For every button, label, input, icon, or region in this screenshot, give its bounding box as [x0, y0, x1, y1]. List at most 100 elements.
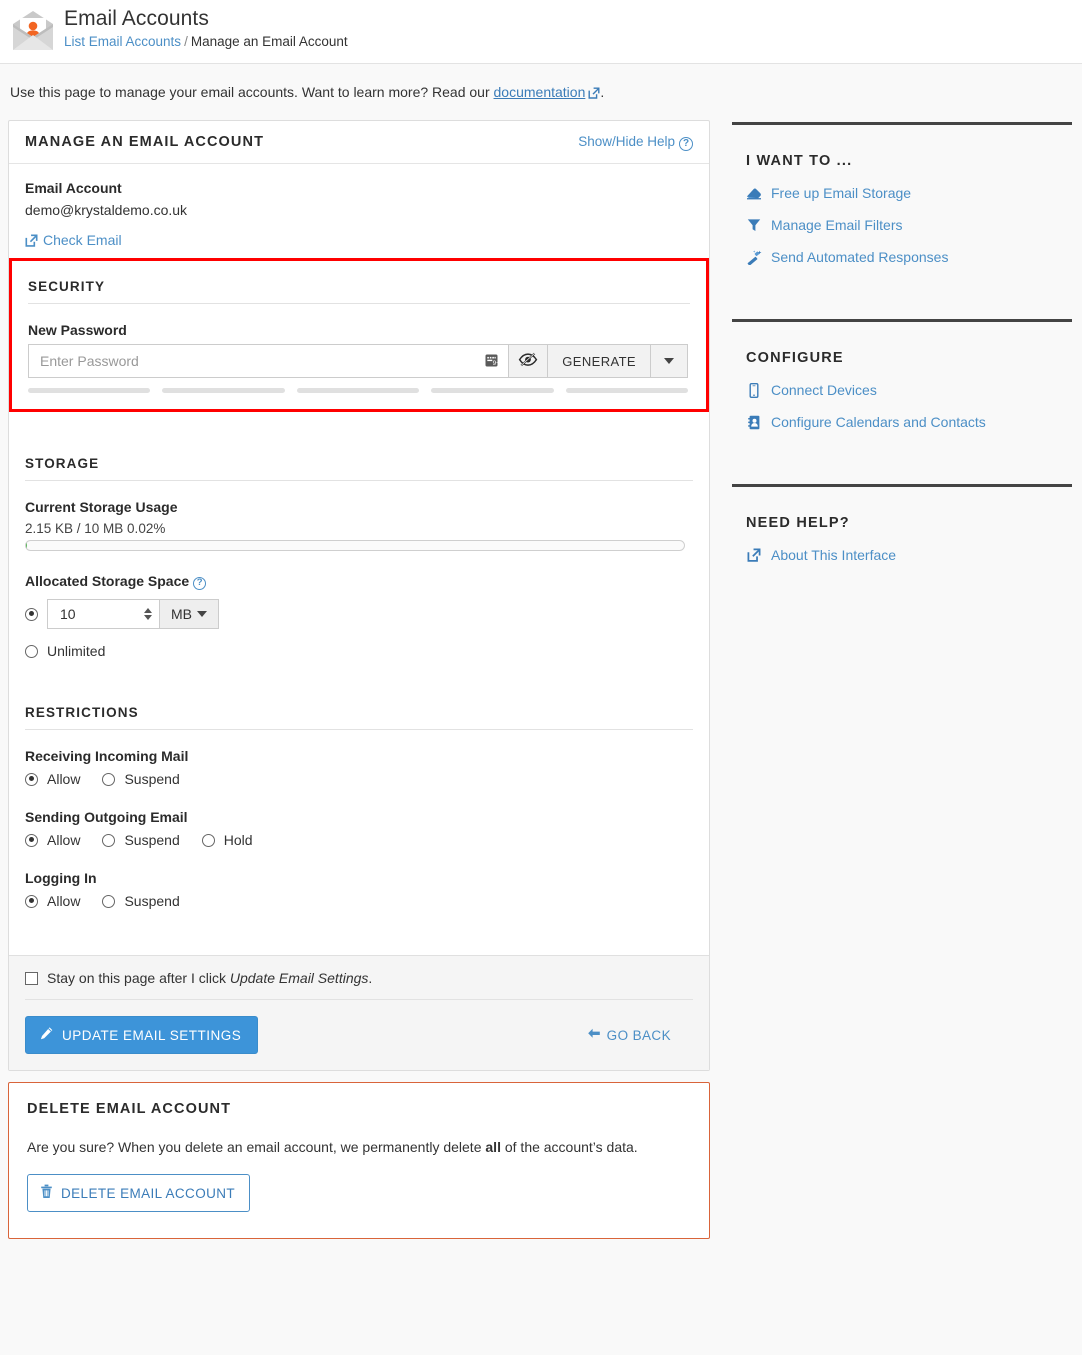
email-account-value: demo@krystaldemo.co.uk	[25, 202, 188, 218]
sidebar-item-about-this-interface[interactable]: About This Interface	[746, 547, 1072, 563]
check-email-label: Check Email	[43, 232, 122, 248]
radio-sending-allow[interactable]	[25, 833, 38, 847]
svg-text:9+: 9+	[493, 360, 501, 367]
storage-section: Storage Current Storage Usage 2.15 KB / …	[25, 456, 693, 659]
show-hide-help-label: Show/Hide Help	[578, 134, 675, 149]
sidebar-item-label: Send Automated Responses	[771, 249, 949, 265]
delete-panel-body: Are you sure? When you delete an email a…	[27, 1139, 691, 1155]
radio-receiving-suspend[interactable]	[102, 772, 116, 786]
delete-body-after: of the account’s data.	[500, 1139, 638, 1155]
storage-section-title: Storage	[25, 456, 693, 481]
restriction-options: Allow Suspend	[25, 771, 693, 787]
unlimited-quota-row: Unlimited	[25, 643, 693, 659]
arrow-left-icon	[587, 1027, 601, 1043]
security-section-highlight: Security New Password	[9, 258, 709, 412]
restrictions-section-title: Restrictions	[25, 705, 693, 730]
restriction-options: Allow Suspend Hold	[25, 832, 693, 848]
restriction-group-label: Receiving Incoming Mail	[25, 748, 189, 764]
allocated-quota-row: MB	[25, 599, 693, 629]
restriction-option-suspend[interactable]: Suspend	[102, 893, 180, 909]
go-back-link[interactable]: Go Back	[587, 1027, 671, 1043]
radio-login-suspend[interactable]	[102, 894, 116, 908]
sidebar-links-configure: Connect Devices Configure Calendars and …	[746, 382, 1072, 430]
update-email-settings-button[interactable]: Update Email Settings	[25, 1016, 259, 1054]
restriction-group-label: Sending Outgoing Email	[25, 809, 188, 825]
sidebar-divider	[732, 122, 1072, 125]
restriction-option-suspend[interactable]: Suspend	[102, 771, 180, 787]
sidebar-item-send-automated-responses[interactable]: Send Automated Responses	[746, 249, 1072, 265]
generate-password-options-button[interactable]	[650, 344, 688, 378]
radio-login-allow[interactable]	[25, 894, 38, 908]
radio-sending-suspend[interactable]	[102, 833, 116, 847]
password-strength-segment	[431, 388, 554, 393]
quota-unit-dropdown[interactable]: MB	[160, 599, 219, 629]
email-account-envelope-icon	[10, 8, 56, 54]
radio-unlimited-quota[interactable]	[25, 644, 38, 658]
breadcrumb-link-list-email-accounts[interactable]: List Email Accounts	[64, 34, 181, 49]
password-input-group: 9+	[28, 344, 688, 378]
question-circle-icon[interactable]: ?	[193, 577, 207, 590]
delete-email-account-button[interactable]: Delete Email Account	[27, 1174, 251, 1212]
current-storage-usage-label: Current Storage Usage	[25, 499, 178, 515]
toggle-password-visibility-button[interactable]	[508, 344, 548, 378]
quota-spinner	[144, 608, 159, 620]
restriction-option-label: Allow	[47, 893, 81, 909]
virtual-keyboard-icon[interactable]: 9+	[484, 353, 501, 370]
stay-text-before: Stay on this page after I click	[47, 970, 230, 986]
sidebar-item-configure-calendars-and-contacts[interactable]: Configure Calendars and Contacts	[746, 414, 1072, 430]
restriction-option-allow[interactable]: Allow	[25, 893, 80, 909]
generate-password-button[interactable]: Generate	[547, 344, 650, 378]
password-strength-segment	[28, 388, 151, 393]
password-strength-segment	[565, 388, 689, 393]
delete-panel-title: Delete Email Account	[27, 1101, 232, 1117]
quota-value-input[interactable]	[48, 600, 144, 628]
restriction-option-label: Suspend	[124, 771, 180, 787]
restriction-option-hold[interactable]: Hold	[201, 832, 253, 848]
restriction-group-receiving-incoming-mail: Receiving Incoming Mail Allow Suspend	[25, 748, 693, 787]
restriction-option-label: Hold	[223, 832, 253, 848]
new-password-label: New Password	[28, 322, 127, 338]
breadcrumb-separator: /	[184, 34, 188, 49]
new-password-input[interactable]	[29, 345, 509, 377]
restriction-option-allow[interactable]: Allow	[25, 832, 80, 848]
unlimited-quota-label: Unlimited	[47, 643, 106, 659]
radio-receiving-allow[interactable]	[25, 772, 38, 786]
restrictions-section: Restrictions Receiving Incoming Mail All…	[25, 705, 693, 909]
caret-down-icon	[197, 611, 207, 617]
allocated-storage-space-text: Allocated Storage Space	[25, 573, 190, 589]
restriction-group-logging-in: Logging In Allow Suspend	[25, 870, 693, 909]
intro-text-before: Use this page to manage your email accou…	[10, 84, 494, 100]
radio-sending-hold[interactable]	[201, 833, 215, 847]
restriction-option-label: Suspend	[124, 893, 180, 909]
sidebar-item-connect-devices[interactable]: Connect Devices	[746, 382, 1072, 398]
show-hide-help-link[interactable]: Show/Hide Help?	[578, 134, 693, 151]
sidebar-item-free-up-email-storage[interactable]: Free up Email Storage	[746, 185, 1072, 201]
sidebar-links-i-want-to: Free up Email Storage Manage Email Filte…	[746, 185, 1072, 265]
security-section-title: Security	[28, 279, 690, 304]
panel-body-spacer	[25, 915, 693, 949]
stay-on-page-checkbox[interactable]	[25, 971, 38, 985]
external-link-icon	[588, 86, 600, 102]
password-strength-segment	[162, 388, 285, 393]
documentation-link[interactable]: documentation	[494, 84, 586, 100]
email-account-label: Email Account	[25, 180, 122, 196]
eraser-icon	[746, 186, 762, 200]
sidebar-item-manage-email-filters[interactable]: Manage Email Filters	[746, 217, 1072, 233]
sidebar-item-label: Connect Devices	[771, 382, 877, 398]
delete-body-bold: all	[485, 1139, 501, 1155]
restriction-option-allow[interactable]: Allow	[25, 771, 80, 787]
spinner-up-icon[interactable]	[144, 608, 152, 613]
restriction-option-suspend[interactable]: Suspend	[102, 832, 180, 848]
spinner-down-icon[interactable]	[144, 615, 152, 620]
restriction-options: Allow Suspend	[25, 893, 693, 909]
radio-allocated-quota[interactable]	[25, 607, 38, 621]
restriction-group-label: Logging In	[25, 870, 97, 886]
go-back-label: Go Back	[606, 1027, 671, 1043]
current-storage-usage-value: 2.15 KB / 10 MB 0.02%	[25, 521, 166, 536]
sidebar-item-label: Free up Email Storage	[771, 185, 912, 201]
check-email-link[interactable]: Check Email	[25, 232, 122, 248]
delete-email-account-label: Delete Email Account	[61, 1185, 236, 1201]
generate-password-label: Generate	[562, 353, 636, 369]
